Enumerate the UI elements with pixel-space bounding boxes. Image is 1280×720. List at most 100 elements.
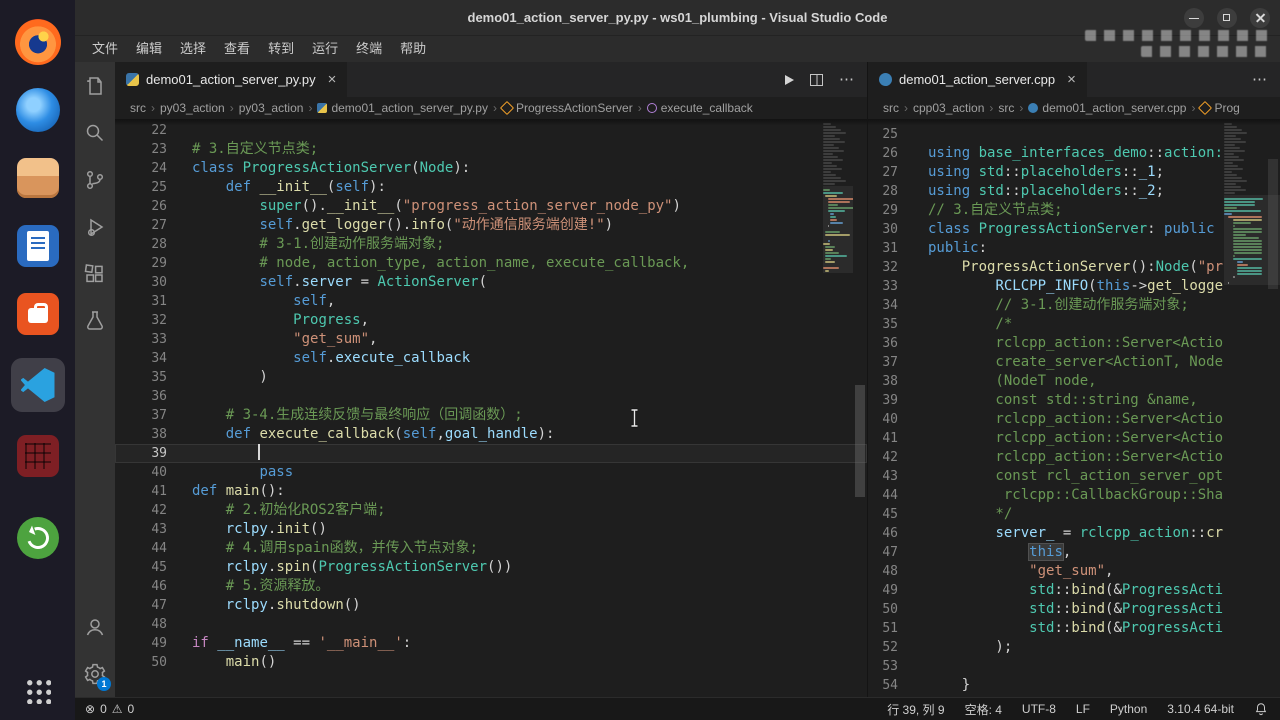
code-line[interactable]: 47 rclpy.shutdown() xyxy=(115,596,867,615)
code-line[interactable]: 54 } xyxy=(868,676,1280,695)
code-line[interactable]: 49 std::bind(&ProgressActi xyxy=(868,581,1280,600)
code-line[interactable]: 46 server_ = rclcpp_action::cr xyxy=(868,524,1280,543)
breadcrumb-item[interactable]: demo01_action_server_py.py xyxy=(317,101,488,115)
status-item[interactable]: UTF-8 xyxy=(1022,702,1056,716)
code-line[interactable]: 28 using std::placeholders::_2; xyxy=(868,182,1280,201)
menu-item[interactable]: 查看 xyxy=(215,36,259,62)
code-line[interactable]: 26 using base_interfaces_demo::action: xyxy=(868,144,1280,163)
code-line[interactable]: 52 ); xyxy=(868,638,1280,657)
code-line[interactable]: 30 class ProgressActionServer: public xyxy=(868,220,1280,239)
tab-cpp-file[interactable]: demo01_action_server.cpp × xyxy=(868,62,1088,97)
code-line[interactable]: 46 # 5.资源释放。 xyxy=(115,577,867,596)
code-line[interactable]: 35 ) xyxy=(115,368,867,387)
status-item[interactable]: 3.10.4 64-bit xyxy=(1167,702,1234,716)
breadcrumb-item[interactable]: py03_action xyxy=(160,101,225,115)
code-line[interactable]: 49 if __name__ == '__main__': xyxy=(115,634,867,653)
code-line[interactable]: 31 public: xyxy=(868,239,1280,258)
bell-icon[interactable] xyxy=(1254,702,1268,716)
code-line[interactable]: 45 */ xyxy=(868,505,1280,524)
breadcrumb-item[interactable]: src xyxy=(130,101,146,115)
code-line[interactable]: 30 self.server = ActionServer( xyxy=(115,273,867,292)
run-python-file-button[interactable] xyxy=(785,74,794,85)
code-line[interactable]: 40 pass xyxy=(115,463,867,482)
menu-item[interactable]: 选择 xyxy=(171,36,215,62)
code-line[interactable]: 36 xyxy=(115,387,867,406)
problems-indicator[interactable]: ⊗ 0 ⚠ 0 xyxy=(75,702,134,716)
code-line[interactable]: 40 rclcpp_action::Server<Actio xyxy=(868,410,1280,429)
tab-close-icon[interactable]: × xyxy=(1067,72,1076,87)
code-line[interactable]: 34 self.execute_callback xyxy=(115,349,867,368)
code-line[interactable]: 27 using std::placeholders::_1; xyxy=(868,163,1280,182)
code-line[interactable]: 37 # 3-4.生成连续反馈与最终响应（回调函数）; xyxy=(115,406,867,425)
code-line[interactable]: 26 super().__init__("progress_action_ser… xyxy=(115,197,867,216)
breadcrumb-item[interactable]: src xyxy=(883,101,899,115)
breadcrumb-item[interactable]: demo01_action_server.cpp xyxy=(1028,101,1186,115)
breadcrumb-item[interactable]: execute_callback xyxy=(646,101,753,115)
code-line[interactable]: 38 (NodeT node, xyxy=(868,372,1280,391)
breadcrumb-item[interactable]: Prog xyxy=(1198,100,1240,116)
code-line[interactable]: 48 xyxy=(115,615,867,634)
code-line[interactable]: 48 "get_sum", xyxy=(868,562,1280,581)
menu-item[interactable]: 文件 xyxy=(83,36,127,62)
minimize-button[interactable] xyxy=(1184,8,1204,28)
code-line[interactable]: 39 xyxy=(115,444,867,463)
code-line[interactable]: 50 main() xyxy=(115,653,867,672)
code-line[interactable]: 42 # 2.初始化ROS2客户端; xyxy=(115,501,867,520)
more-actions-button[interactable]: ⋯ xyxy=(839,72,854,87)
code-line[interactable]: 44 # 4.调用spain函数，并传入节点对象; xyxy=(115,539,867,558)
code-editor-python[interactable]: 22 23 # 3.自定义节点类; 24 class ProgressActionSer… xyxy=(115,119,867,697)
code-editor-cpp[interactable]: 25 26 using base_interfaces_demo::action: 2… xyxy=(868,119,1280,697)
code-line[interactable]: 37 create_server<ActionT, Node xyxy=(868,353,1280,372)
account-icon[interactable] xyxy=(75,603,115,650)
code-line[interactable]: 41 def main(): xyxy=(115,482,867,501)
code-line[interactable]: 23 # 3.自定义节点类; xyxy=(115,140,867,159)
code-line[interactable]: 29 # node, action_type, action_name, exe… xyxy=(115,254,867,273)
code-line[interactable]: 28 # 3-1.创建动作服务端对象; xyxy=(115,235,867,254)
code-line[interactable]: 44 rclcpp::CallbackGroup::Sha xyxy=(868,486,1280,505)
code-line[interactable]: 25 xyxy=(868,125,1280,144)
code-line[interactable]: 32 ProgressActionServer():Node("pr xyxy=(868,258,1280,277)
search-icon[interactable] xyxy=(75,109,115,156)
code-line[interactable]: 39 const std::string &name, xyxy=(868,391,1280,410)
menu-item[interactable]: 终端 xyxy=(347,36,391,62)
code-line[interactable]: 27 self.get_logger().info("动作通信服务端创建!") xyxy=(115,216,867,235)
code-line[interactable]: 42 rclcpp_action::Server<Actio xyxy=(868,448,1280,467)
firefox-icon[interactable] xyxy=(14,18,62,66)
libreoffice-writer-icon[interactable] xyxy=(14,222,62,270)
run-debug-icon[interactable] xyxy=(75,203,115,250)
scrollbar[interactable] xyxy=(1266,119,1280,697)
red-grid-app-icon[interactable] xyxy=(14,432,62,480)
code-line[interactable]: 22 xyxy=(115,121,867,140)
menu-item[interactable]: 转到 xyxy=(259,36,303,62)
code-line[interactable]: 24 class ProgressActionServer(Node): xyxy=(115,159,867,178)
code-line[interactable]: 45 rclpy.spin(ProgressActionServer()) xyxy=(115,558,867,577)
files-app-icon[interactable] xyxy=(14,154,62,202)
code-line[interactable]: 35 /* xyxy=(868,315,1280,334)
menu-item[interactable]: 编辑 xyxy=(127,36,171,62)
explorer-icon[interactable] xyxy=(75,62,115,109)
code-line[interactable]: 32 Progress, xyxy=(115,311,867,330)
extensions-icon[interactable] xyxy=(75,250,115,297)
breadcrumb-item[interactable]: ProgressActionServer xyxy=(499,100,633,116)
breadcrumb-item[interactable]: cpp03_action xyxy=(913,101,984,115)
testing-beaker-icon[interactable] xyxy=(75,297,115,344)
status-item[interactable]: 行 39, 列 9 xyxy=(887,701,944,718)
code-line[interactable]: 36 rclcpp_action::Server<Actio xyxy=(868,334,1280,353)
status-item[interactable]: LF xyxy=(1076,702,1090,716)
code-line[interactable]: 53 xyxy=(868,657,1280,676)
code-line[interactable]: 43 rclpy.init() xyxy=(115,520,867,539)
menu-item[interactable]: 帮助 xyxy=(391,36,435,62)
more-actions-button[interactable]: ⋯ xyxy=(1252,72,1267,87)
status-item[interactable]: Python xyxy=(1110,702,1147,716)
code-line[interactable]: 47 this, xyxy=(868,543,1280,562)
tab-close-icon[interactable]: × xyxy=(328,72,337,87)
software-updater-icon[interactable] xyxy=(14,514,62,562)
code-line[interactable]: 31 self, xyxy=(115,292,867,311)
maximize-button[interactable] xyxy=(1217,8,1237,28)
breadcrumb-item[interactable]: py03_action xyxy=(239,101,304,115)
source-control-icon[interactable] xyxy=(75,156,115,203)
code-line[interactable]: 51 std::bind(&ProgressActi xyxy=(868,619,1280,638)
code-line[interactable]: 25 def __init__(self): xyxy=(115,178,867,197)
code-line[interactable]: 33 "get_sum", xyxy=(115,330,867,349)
code-line[interactable]: 50 std::bind(&ProgressActi xyxy=(868,600,1280,619)
